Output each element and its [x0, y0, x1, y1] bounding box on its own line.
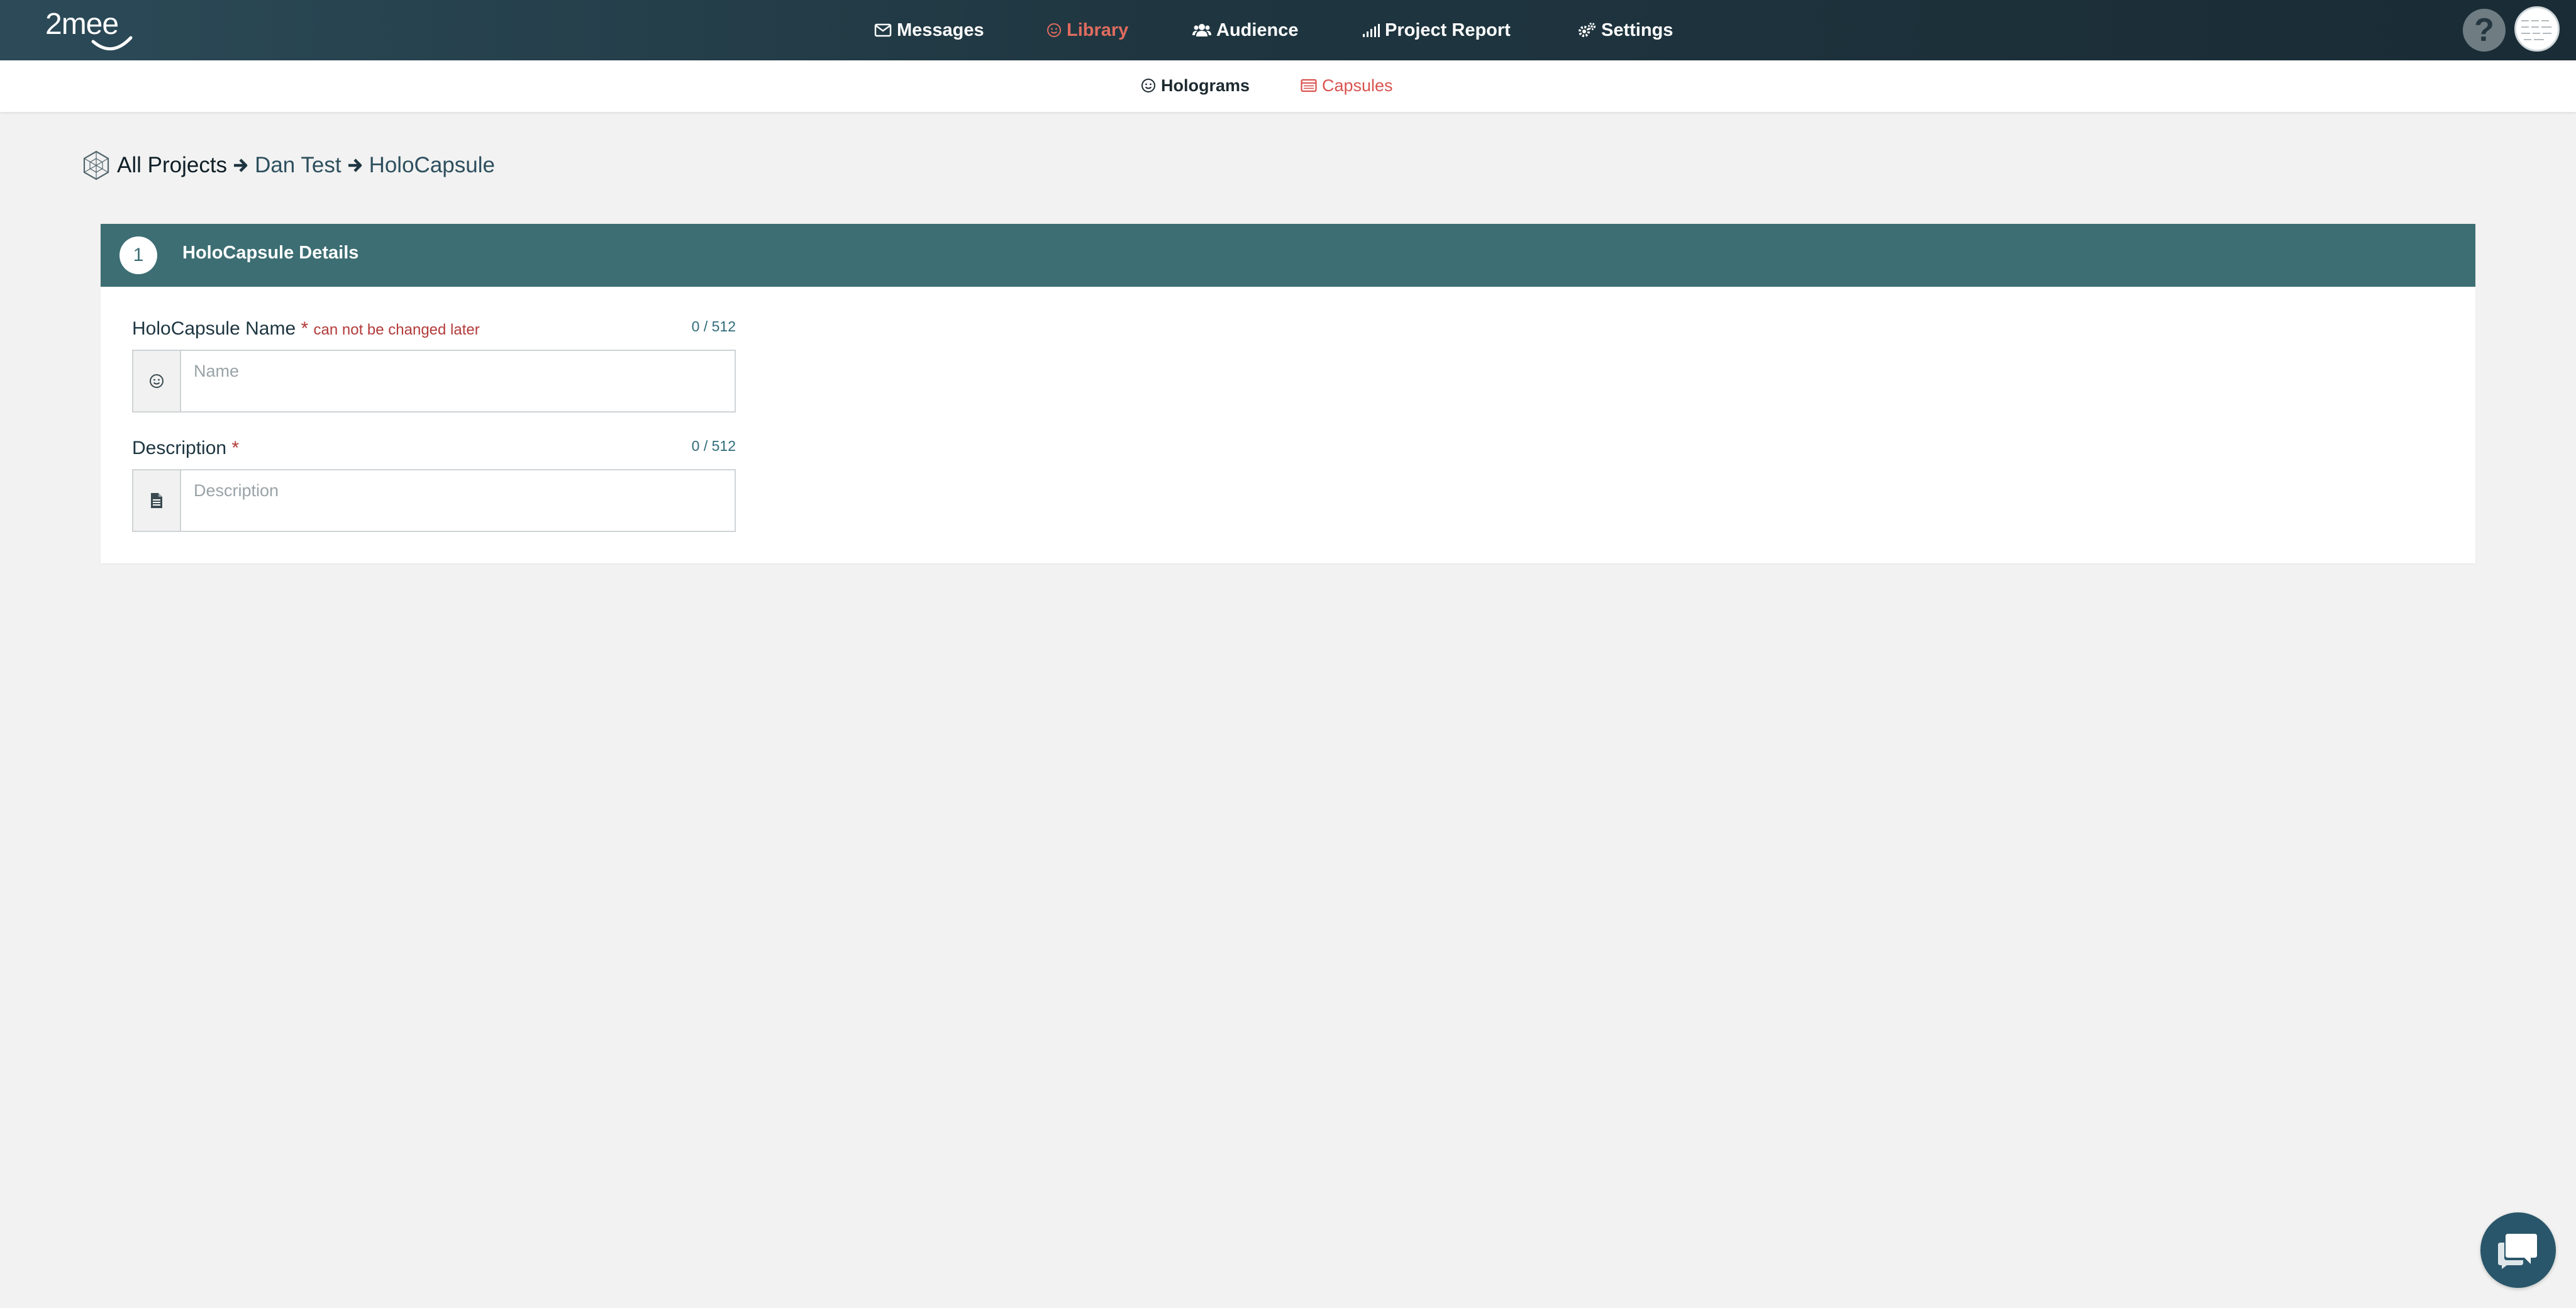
name-input-addon	[133, 351, 181, 411]
users-icon	[1192, 24, 1211, 36]
breadcrumb-current: HoloCapsule	[369, 153, 495, 177]
card-title: HoloCapsule Details	[182, 243, 359, 263]
breadcrumb-all-projects[interactable]: All Projects	[117, 153, 227, 178]
name-field-label: HoloCapsule Name * can not be changed la…	[132, 318, 480, 340]
description-input-group	[132, 469, 736, 532]
sub-navbar: Holograms Capsules	[0, 60, 2576, 112]
description-field-label: Description *	[132, 438, 239, 459]
nav-library[interactable]: Library	[1046, 18, 1128, 43]
subnav-capsules-label: Capsules	[1322, 75, 1393, 95]
card-header: 1 HoloCapsule Details	[101, 224, 2475, 287]
nav-messages[interactable]: Messages	[874, 18, 984, 43]
name-field-note: can not be changed later	[313, 321, 480, 338]
name-char-counter: 0 / 512	[691, 318, 736, 335]
holocapsule-name-input[interactable]	[181, 353, 735, 389]
name-label-text: HoloCapsule Name	[132, 318, 296, 339]
name-input-group	[132, 350, 736, 413]
gears-icon	[1579, 23, 1596, 37]
chat-support-button[interactable]	[2480, 1212, 2556, 1288]
file-text-icon	[151, 493, 162, 508]
nav-project-report[interactable]: Project Report	[1362, 18, 1511, 43]
subnav-holograms-label: Holograms	[1161, 75, 1250, 95]
brand-logo[interactable]: 2mee	[44, 6, 145, 54]
avatar-image	[2516, 8, 2558, 50]
name-required-mark: *	[301, 318, 309, 339]
smiley-icon	[1047, 23, 1061, 37]
smiley-icon	[1141, 79, 1155, 92]
help-icon: ?	[2474, 12, 2494, 48]
nav-audience[interactable]: Audience	[1192, 18, 1299, 43]
breadcrumb: All Projects Dan Test HoloCapsule	[80, 150, 495, 181]
nav-audience-label: Audience	[1216, 19, 1299, 40]
arrow-right-icon	[348, 158, 362, 172]
project-hexagon-icon	[83, 150, 109, 180]
signal-bars-icon	[1363, 24, 1380, 37]
nav-settings[interactable]: Settings	[1577, 18, 1673, 43]
description-required-mark: *	[231, 438, 240, 458]
smiley-icon	[150, 374, 164, 388]
description-char-counter: 0 / 512	[691, 438, 736, 454]
holocapsule-details-card: 1 HoloCapsule Details HoloCapsule Name *…	[101, 224, 2475, 563]
capsule-icon	[1301, 79, 1317, 92]
top-navbar: 2mee Messages Library Audience Project R…	[0, 0, 2576, 60]
subnav-holograms[interactable]: Holograms	[1141, 73, 1250, 98]
chat-bubble-icon	[2498, 1234, 2537, 1269]
nav-library-label: Library	[1067, 19, 1129, 40]
envelope-icon	[874, 23, 892, 37]
help-button[interactable]: ?	[2463, 9, 2506, 52]
description-input-addon	[133, 470, 181, 531]
svg-text:2mee: 2mee	[45, 8, 118, 41]
description-input[interactable]	[181, 473, 735, 508]
arrow-right-icon	[234, 158, 248, 172]
user-avatar[interactable]	[2514, 6, 2560, 52]
nav-messages-label: Messages	[897, 19, 984, 40]
description-label-text: Description	[132, 438, 227, 458]
nav-project-report-label: Project Report	[1385, 19, 1511, 40]
subnav-capsules[interactable]: Capsules	[1301, 73, 1393, 98]
step-number-badge: 1	[119, 236, 157, 274]
breadcrumb-project[interactable]: Dan Test	[255, 153, 341, 178]
nav-settings-label: Settings	[1601, 19, 1674, 40]
